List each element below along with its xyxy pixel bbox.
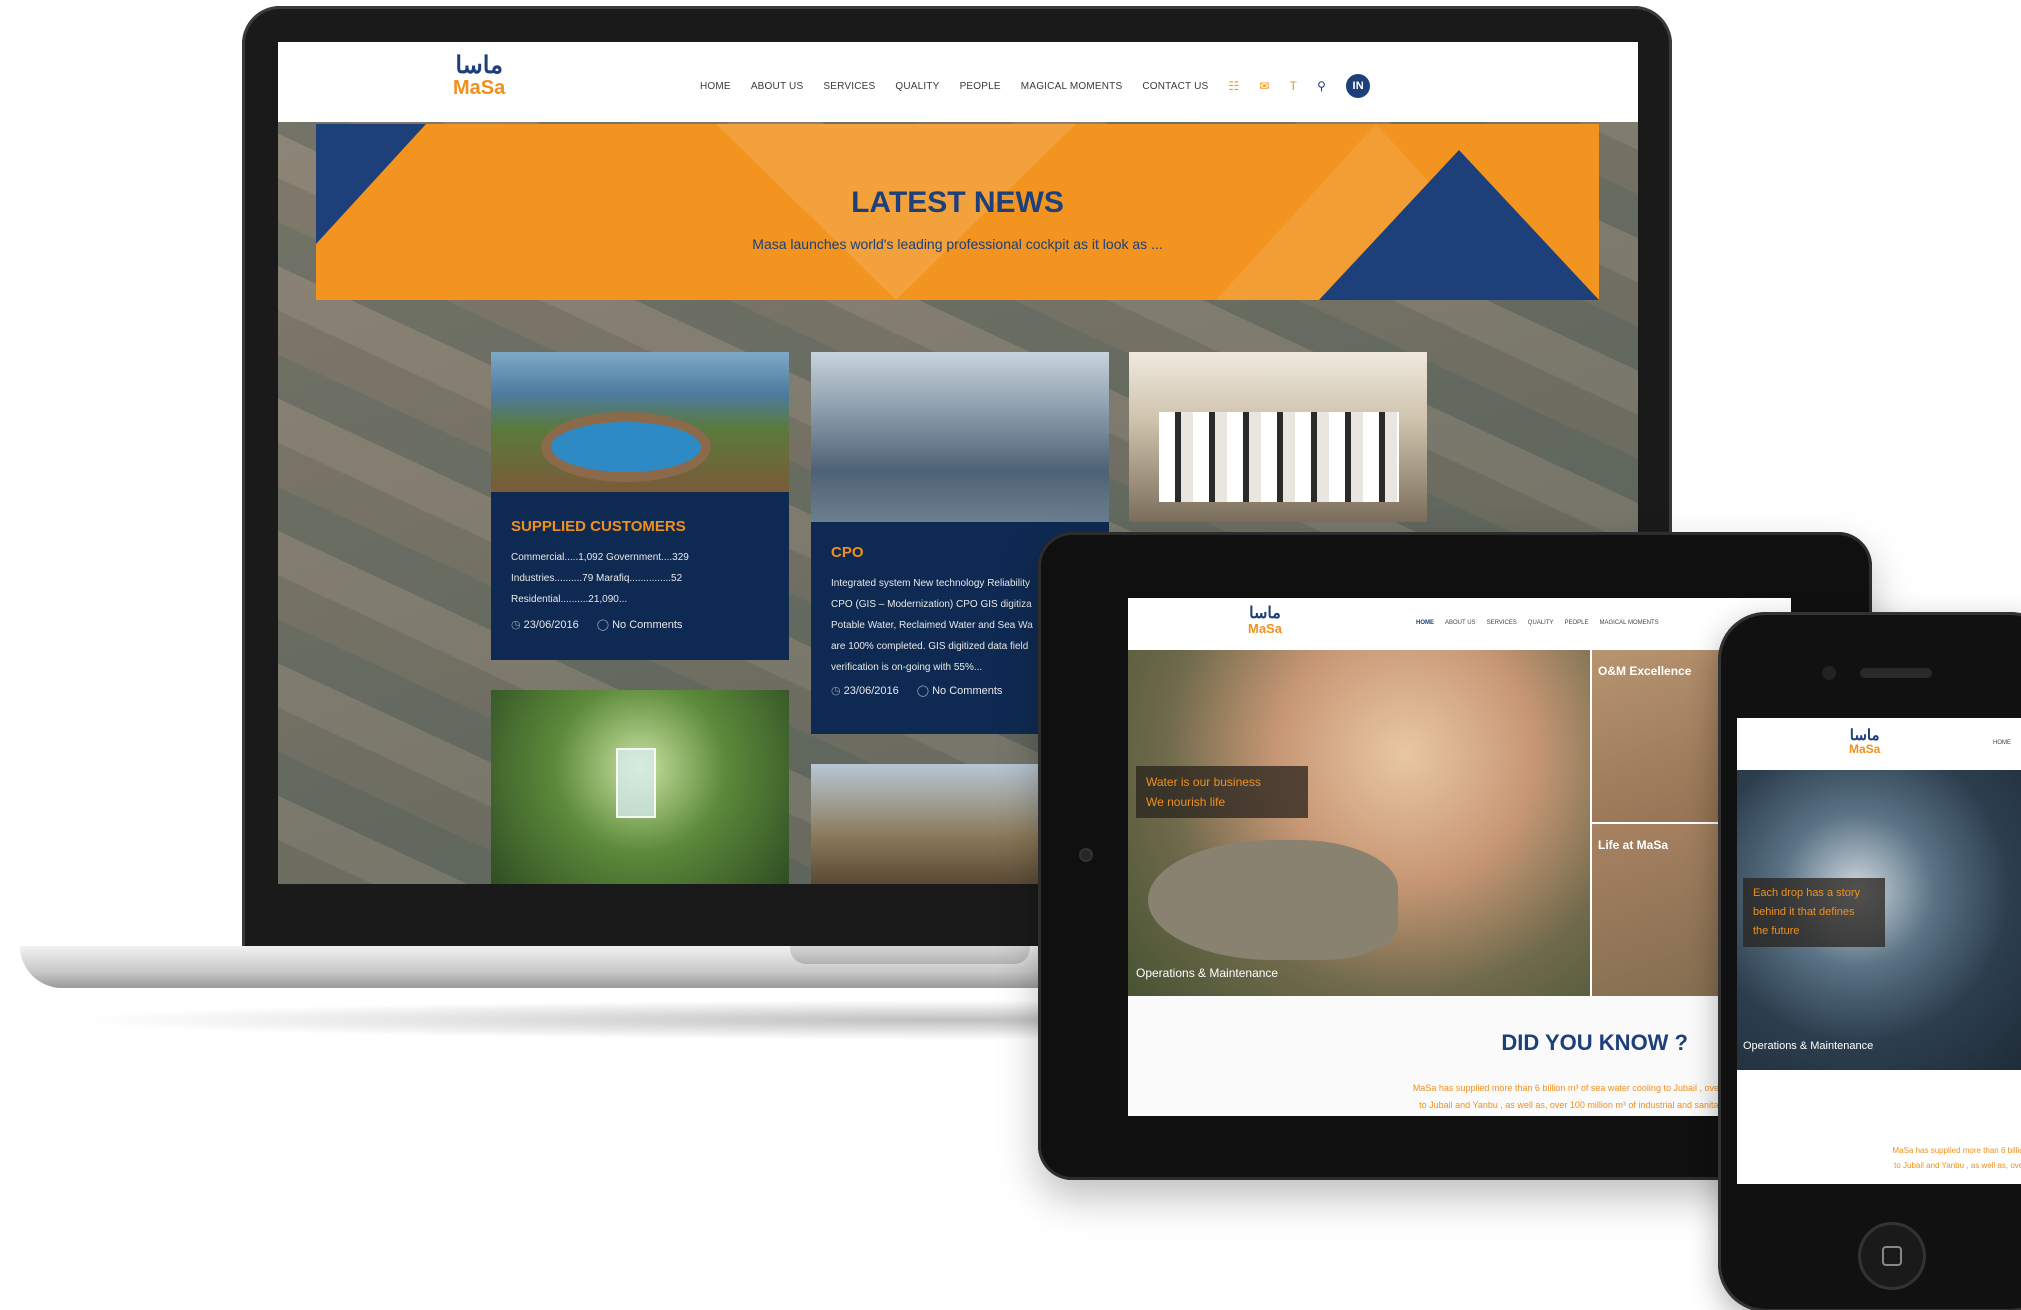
tile-label: Life at MaSa bbox=[1598, 838, 1669, 852]
tablet-nav: HOME ABOUT US SERVICES QUALITY PEOPLE MA… bbox=[1416, 620, 1659, 626]
nav-services[interactable]: SERVICES bbox=[1487, 620, 1517, 626]
comment-icon: ◯ bbox=[916, 685, 930, 697]
card-supplied-customers[interactable]: SUPPLIED CUSTOMERS Commercial.....1,092 … bbox=[491, 492, 789, 660]
nav-people[interactable]: PEOPLE bbox=[1564, 620, 1588, 626]
logo-arabic: ماسا bbox=[1249, 605, 1281, 622]
home-square-icon bbox=[1882, 1246, 1902, 1266]
phone-body-text: MaSa has supplied more than 6 billion m … bbox=[1737, 1143, 2021, 1173]
comments-text: No Comments bbox=[612, 619, 683, 631]
nav-magical-moments[interactable]: MAGICAL MOMENTS bbox=[1021, 81, 1123, 92]
nav-about-us[interactable]: ABOUT US bbox=[1445, 620, 1476, 626]
card-image-water-glass[interactable] bbox=[491, 690, 789, 884]
nav-services[interactable]: SERVICES bbox=[823, 81, 875, 92]
banner-title: LATEST NEWS bbox=[851, 186, 1064, 219]
card-image-treatment-plant[interactable] bbox=[811, 352, 1109, 522]
card-line: Industries..........79 Marafiq..........… bbox=[511, 573, 683, 584]
sitemap-icon[interactable]: ☷ bbox=[1228, 79, 1239, 93]
comments[interactable]: ◯ No Comments bbox=[597, 618, 683, 631]
water-pool bbox=[551, 422, 701, 472]
logo-english: MaSa bbox=[1248, 621, 1282, 636]
comments-text: No Comments bbox=[932, 685, 1003, 697]
tablet-logo[interactable]: ماسا MaSa bbox=[1248, 605, 1282, 636]
comment-icon: ◯ bbox=[596, 619, 610, 631]
logo-english: MaSa bbox=[1849, 742, 1881, 756]
date-text: 23/06/2016 bbox=[843, 685, 899, 697]
overlay-line: Water is our business bbox=[1146, 775, 1261, 789]
phone-logo[interactable]: ماسا MaSa bbox=[1849, 728, 1880, 755]
phone-caption[interactable]: Operations & Maintenance bbox=[1743, 1040, 1873, 1052]
phone-overlay: Each drop has a story behind it that def… bbox=[1743, 878, 1885, 947]
card-image-water-well[interactable] bbox=[491, 352, 789, 492]
overlay-line: Each drop has a story bbox=[1753, 887, 1861, 899]
logo-english: MaSa bbox=[453, 77, 506, 99]
card-title: SUPPLIED CUSTOMERS bbox=[511, 518, 686, 535]
nav-home[interactable]: HOME bbox=[700, 81, 731, 92]
tile-label: O&M Excellence bbox=[1598, 664, 1692, 678]
main-nav: HOME ABOUT US SERVICES QUALITY PEOPLE MA… bbox=[700, 74, 1371, 98]
phone-speaker bbox=[1860, 668, 1932, 678]
did-you-know-text: MaSa has supplied more than 6 billion m³… bbox=[1188, 1080, 1788, 1114]
overlay-line: the future bbox=[1753, 925, 1800, 937]
date-text: 23/06/2016 bbox=[523, 619, 579, 631]
date: ◷ 23/06/2016 bbox=[831, 684, 899, 697]
glass-shape bbox=[616, 748, 656, 818]
banner-subtitle[interactable]: Masa launches world's leading profession… bbox=[316, 236, 1599, 252]
nav-home[interactable]: HOME bbox=[1416, 620, 1434, 626]
card-image-team-photo[interactable] bbox=[1129, 352, 1427, 522]
overlay-line: We nourish life bbox=[1146, 795, 1226, 809]
device-mockup: ماسا MaSa HOME ABOUT US SERVICES QUALITY… bbox=[0, 0, 2021, 1310]
latest-news-banner: LATEST NEWS Masa launches world's leadin… bbox=[316, 124, 1599, 300]
date: ◷ 23/06/2016 bbox=[511, 618, 579, 631]
phone-screen: ماسا MaSa HOME Each drop has a story beh… bbox=[1737, 718, 2021, 1184]
clock-icon: ◷ bbox=[831, 685, 841, 697]
nav-quality[interactable]: QUALITY bbox=[1528, 620, 1554, 626]
linkedin-icon[interactable]: in bbox=[1346, 74, 1371, 98]
phone-header: ماسا MaSa HOME bbox=[1737, 718, 2021, 770]
logo[interactable]: ماسا MaSa bbox=[453, 52, 506, 99]
tablet-screen: ماسا MaSa HOME ABOUT US SERVICES QUALITY… bbox=[1128, 598, 1791, 1116]
card-line: Residential..........21,090... bbox=[511, 594, 628, 605]
nav-home[interactable]: HOME bbox=[1993, 740, 2011, 746]
nav-magical-moments[interactable]: MAGICAL MOMENTS bbox=[1600, 620, 1659, 626]
body-line: MaSa has supplied more than 6 billion m³… bbox=[1412, 1083, 1788, 1093]
tablet-camera bbox=[1079, 848, 1093, 862]
nav-about-us[interactable]: ABOUT US bbox=[751, 81, 804, 92]
phone-camera bbox=[1822, 666, 1836, 680]
card-text: Commercial.....1,092 Government....329 I… bbox=[511, 547, 769, 610]
mail-icon[interactable]: ✉ bbox=[1259, 79, 1269, 93]
did-you-know-section: DID YOU KNOW ? MaSa has supplied more th… bbox=[1128, 996, 1791, 1116]
phone-home-button[interactable] bbox=[1858, 1222, 1926, 1290]
laptop-notch bbox=[790, 946, 1030, 964]
tablet-hero-image[interactable] bbox=[1128, 650, 1590, 996]
rock-shape bbox=[1148, 840, 1398, 960]
did-you-know-heading: DID YOU KNOW ? bbox=[1501, 1030, 1688, 1055]
overlay-line: behind it that defines bbox=[1753, 906, 1855, 918]
card-line: Commercial.....1,092 Government....329 bbox=[511, 552, 689, 563]
banner-triangle-right bbox=[1319, 150, 1599, 300]
body-line: MaSa has supplied more than 6 billion m bbox=[1892, 1146, 2021, 1155]
logo-arabic: ماسا bbox=[1849, 727, 1880, 744]
people-group bbox=[1159, 412, 1399, 502]
card-meta: ◷ 23/06/2016 ◯ No Comments bbox=[511, 618, 769, 631]
logo-arabic: ماسا bbox=[455, 52, 503, 79]
site-header: ماسا MaSa HOME ABOUT US SERVICES QUALITY… bbox=[278, 42, 1638, 122]
nav-quality[interactable]: QUALITY bbox=[895, 81, 939, 92]
banner-triangle-left bbox=[316, 124, 426, 244]
tablet-overlay: Water is our business We nourish life bbox=[1136, 766, 1308, 818]
comments[interactable]: ◯ No Comments bbox=[917, 684, 1003, 697]
search-icon[interactable]: ⚲ bbox=[1317, 79, 1326, 93]
body-line: to Jubail and Yanbu , as well as, over 1… bbox=[1894, 1161, 2021, 1170]
nav-contact-us[interactable]: CONTACT US bbox=[1142, 81, 1208, 92]
clock-icon: ◷ bbox=[511, 619, 521, 631]
tablet-header: ماسا MaSa HOME ABOUT US SERVICES QUALITY… bbox=[1128, 598, 1791, 650]
body-line: to Jubail and Yanbu , as well as, over 1… bbox=[1419, 1100, 1788, 1110]
nav-people[interactable]: PEOPLE bbox=[960, 81, 1001, 92]
tablet-caption[interactable]: Operations & Maintenance bbox=[1136, 966, 1278, 980]
text-size-icon[interactable]: T bbox=[1290, 79, 1298, 93]
